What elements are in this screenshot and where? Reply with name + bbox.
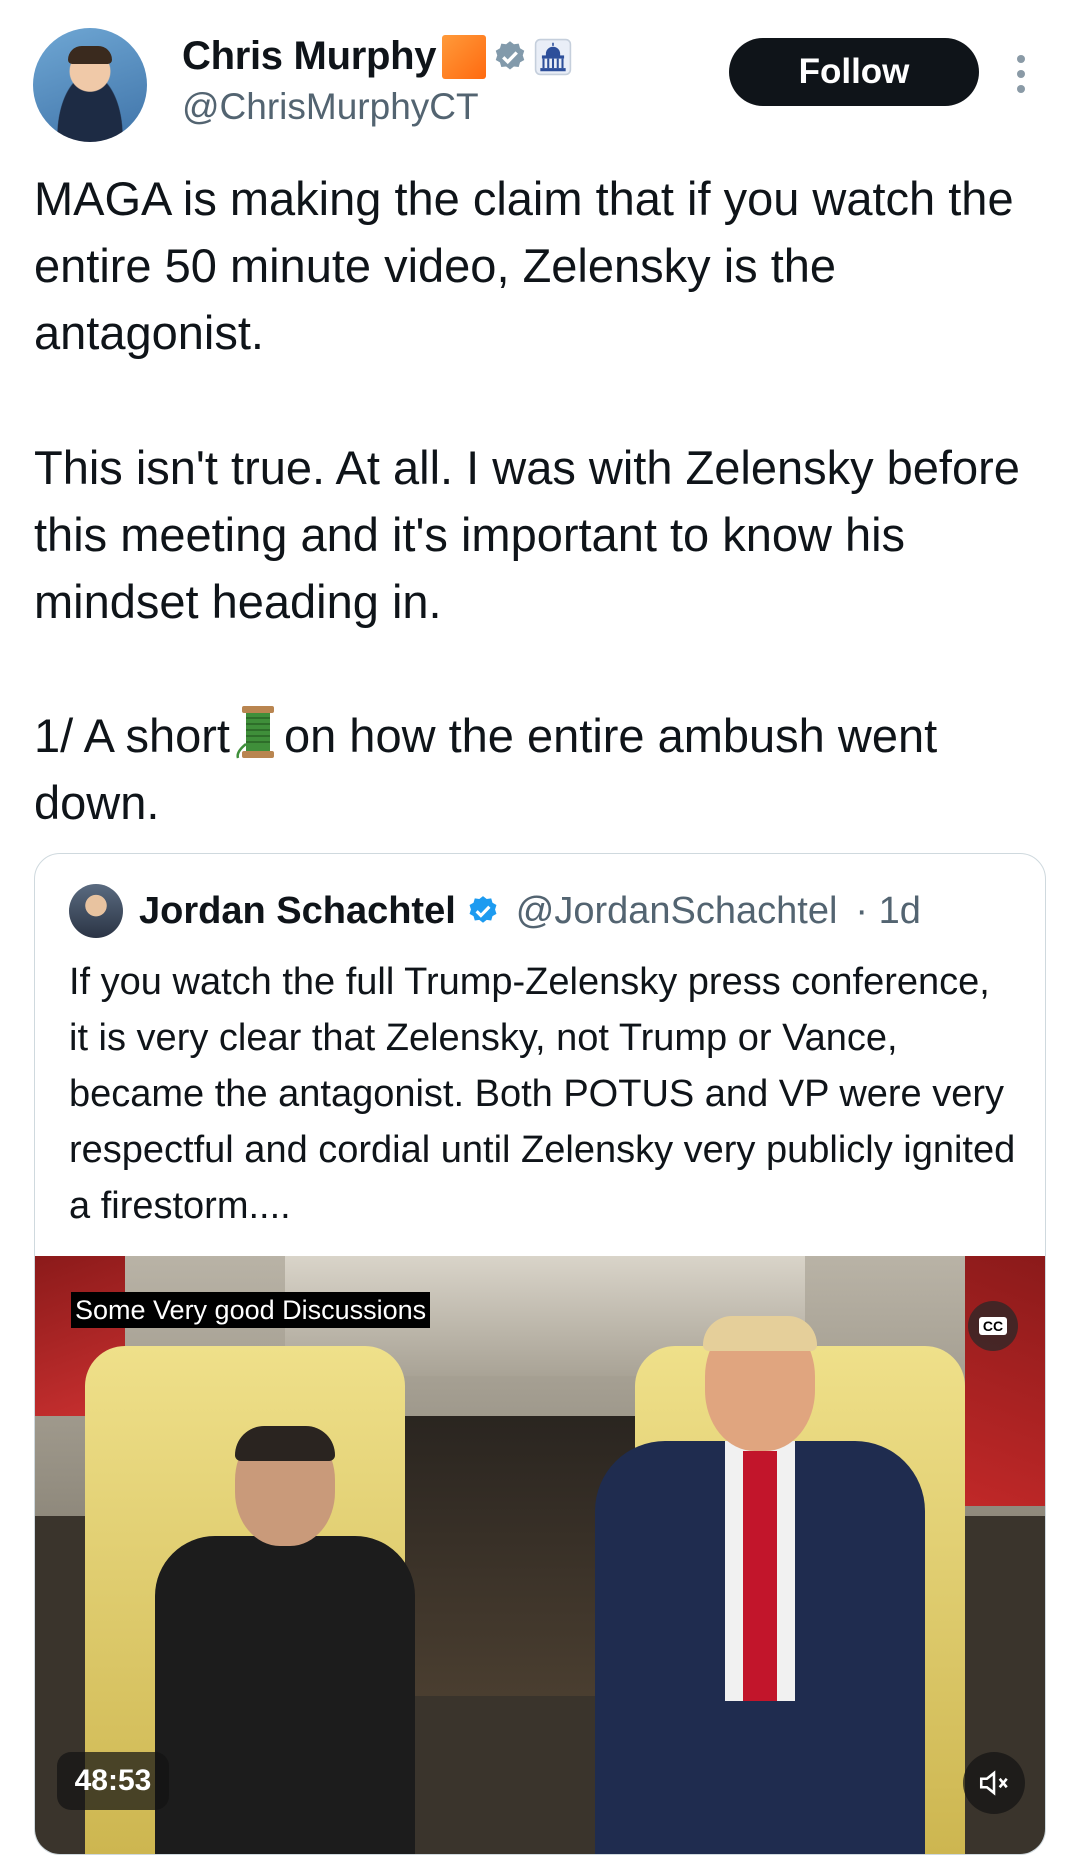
cc-icon: CC [978, 1317, 1008, 1335]
closed-captions-button[interactable]: CC [968, 1301, 1018, 1351]
tweet-paragraph-2: This isn't true. At all. I was with Zele… [34, 441, 1020, 628]
person-left [155, 1426, 415, 1854]
verified-badge-icon [469, 896, 497, 923]
author-avatar[interactable] [33, 28, 147, 142]
more-options-icon[interactable] [1014, 55, 1028, 95]
author-handle[interactable]: @ChrisMurphyCT [182, 86, 479, 128]
mute-button[interactable] [963, 1752, 1025, 1814]
author-name-row: Chris Murphy [182, 34, 572, 79]
flag-right [965, 1256, 1045, 1506]
person-right [595, 1316, 925, 1854]
orange-square-emoji-icon [442, 34, 487, 79]
tweet-paragraph-1: MAGA is making the claim that if you wat… [34, 172, 1014, 359]
muted-speaker-icon [979, 1770, 1008, 1796]
quoted-author-avatar [69, 884, 123, 938]
follow-button[interactable]: Follow [729, 38, 979, 106]
capitol-affiliation-icon[interactable] [534, 38, 572, 76]
spool-of-thread-emoji [236, 706, 274, 759]
video-duration: 48:53 [57, 1752, 169, 1810]
quoted-tweet-text: If you watch the full Trump-Zelensky pre… [69, 961, 1016, 1227]
quoted-author-handle: @JordanSchachtel [515, 889, 838, 932]
tweet-header: Chris Murphy @ChrisMurphyCT Follow [0, 0, 1080, 150]
author-name[interactable]: Chris Murphy [182, 34, 437, 79]
quoted-tweet-card[interactable]: Jordan Schachtel @JordanSchachtel · 1d I… [34, 853, 1046, 1855]
quoted-tweet-header: Jordan Schachtel @JordanSchachtel · 1d [69, 884, 921, 938]
video-caption: Some Very good Discussions [71, 1292, 431, 1328]
quoted-author-name: Jordan Schachtel [139, 889, 456, 932]
tweet-paragraph-3: 1/ A short on how the entire ambush went… [34, 702, 1054, 836]
video-player[interactable]: Some Very good Discussions CC 48:53 [35, 1256, 1045, 1854]
verified-badge-icon[interactable] [492, 39, 528, 75]
thread-intro-text: 1/ A short [34, 709, 230, 762]
quoted-tweet-time: · 1d [855, 889, 921, 932]
